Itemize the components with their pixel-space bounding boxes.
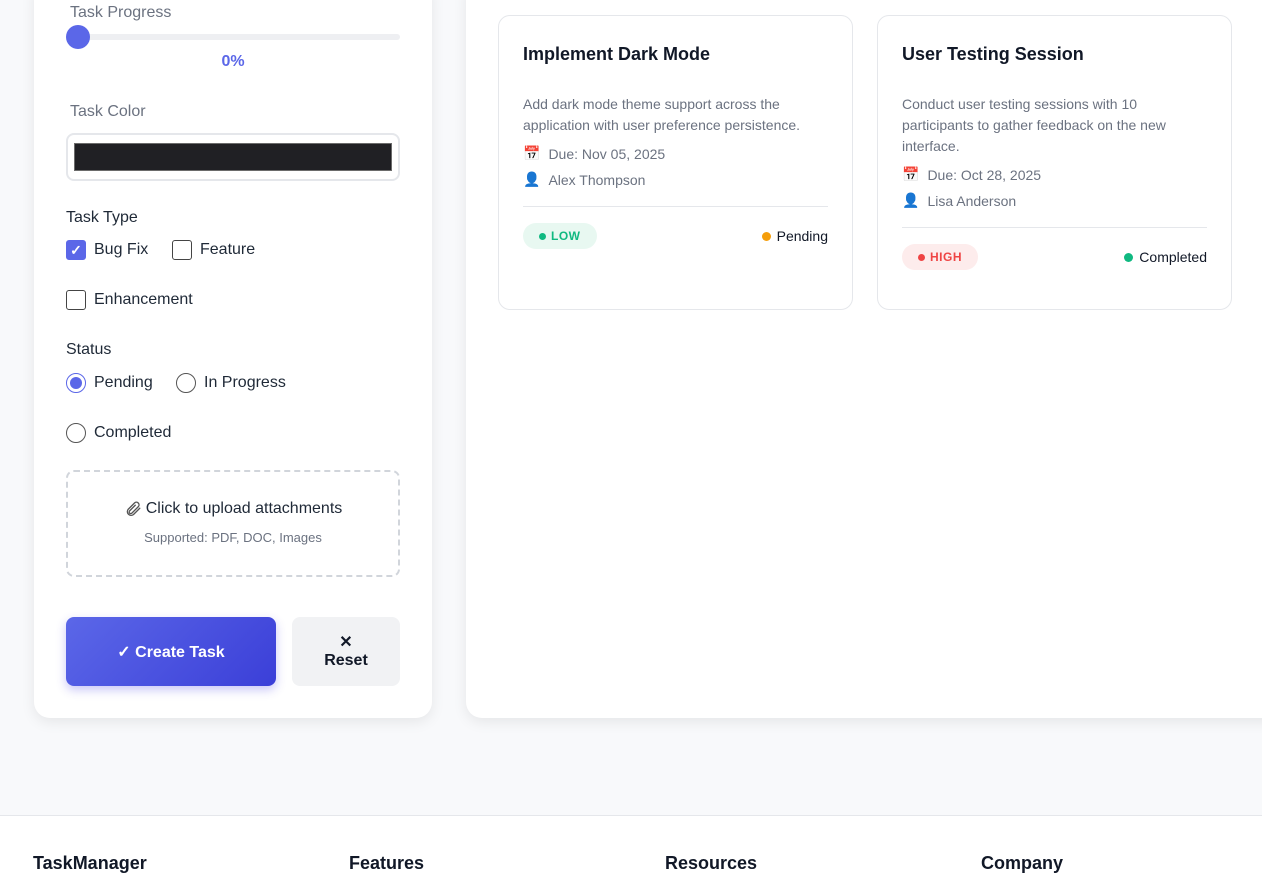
assignee-name: Lisa Anderson (927, 192, 1017, 209)
status-indicator: Pending (761, 228, 828, 244)
progress-label: Task Progress (70, 4, 172, 21)
task-due-date: 📅 Due: Nov 05, 2025 (523, 145, 828, 162)
reset-label: Reset (324, 651, 368, 669)
progress-slider-thumb[interactable] (66, 25, 90, 49)
attachment-upload-zone[interactable]: Click to upload attachments Supported: P… (66, 470, 400, 577)
color-label: Task Color (70, 103, 146, 120)
checkbox-enhancement[interactable] (66, 290, 86, 310)
status-text: Pending (776, 228, 828, 244)
type-enhancement[interactable]: Enhancement (66, 290, 193, 310)
task-assignee: 👤 Lisa Anderson (902, 192, 1207, 209)
upload-text: Click to upload attachments (145, 500, 343, 517)
color-swatch (74, 143, 392, 171)
status-text: Completed (1139, 249, 1207, 265)
paperclip-icon (126, 501, 141, 516)
status-indicator: Completed (1124, 249, 1207, 265)
assignee-name: Alex Thompson (548, 171, 646, 188)
due-text: Due: Nov 05, 2025 (548, 145, 666, 162)
task-form-panel: Task Progress 0% Task Color Task Type ✓ … (34, 0, 432, 718)
footer-resources-heading: Resources (665, 853, 758, 873)
user-icon: 👤 (523, 171, 541, 187)
user-icon: 👤 (902, 192, 920, 208)
task-card[interactable]: Implement Dark Mode Add dark mode theme … (498, 15, 853, 310)
task-assignee: 👤 Alex Thompson (523, 171, 828, 188)
task-description: Conduct user testing sessions with 10 pa… (902, 96, 1166, 154)
type-bug-fix-label: Bug Fix (94, 241, 149, 258)
status-pending-label: Pending (94, 374, 153, 391)
close-icon: ✕ (339, 633, 353, 651)
task-card[interactable]: User Testing Session Conduct user testin… (877, 15, 1232, 310)
site-footer: TaskManager Features Resources Company (0, 815, 1262, 888)
status-in-progress-label: In Progress (204, 374, 286, 391)
task-list-panel: Implement Dark Mode Add dark mode theme … (466, 0, 1262, 718)
type-bug-fix[interactable]: ✓ Bug Fix (66, 240, 148, 260)
priority-text: LOW (551, 229, 581, 243)
status-label: Status (66, 341, 112, 358)
priority-badge: HIGH (902, 244, 978, 270)
checkbox-feature[interactable] (172, 240, 192, 260)
checkbox-bug-fix[interactable]: ✓ (66, 240, 86, 260)
task-due-date: 📅 Due: Oct 28, 2025 (902, 166, 1207, 183)
footer-brand: TaskManager (33, 853, 147, 873)
status-in-progress[interactable]: In Progress (176, 373, 286, 393)
footer-company-heading: Company (981, 853, 1064, 873)
radio-pending[interactable] (66, 373, 86, 393)
card-footer: LOW Pending (523, 206, 828, 249)
radio-completed[interactable] (66, 423, 86, 443)
type-enhancement-label: Enhancement (94, 291, 193, 308)
reset-button[interactable]: ✕ Reset (292, 617, 400, 686)
calendar-icon: 📅 (902, 166, 920, 182)
create-task-button[interactable]: ✓ Create Task (66, 617, 276, 686)
task-description: Add dark mode theme support across the a… (523, 96, 801, 133)
status-pending[interactable]: Pending (66, 373, 153, 393)
type-feature-label: Feature (200, 241, 256, 258)
type-feature[interactable]: Feature (172, 240, 255, 260)
card-footer: HIGH Completed (902, 227, 1207, 270)
task-title: Implement Dark Mode (523, 44, 711, 64)
task-type-label: Task Type (66, 209, 138, 226)
progress-value: 0% (221, 53, 245, 70)
task-color-picker[interactable] (66, 133, 400, 181)
priority-badge: LOW (523, 223, 597, 249)
due-text: Due: Oct 28, 2025 (927, 166, 1042, 183)
calendar-icon: 📅 (523, 145, 541, 161)
task-title: User Testing Session (902, 44, 1084, 64)
radio-in-progress[interactable] (176, 373, 196, 393)
progress-slider-track[interactable] (66, 34, 400, 40)
status-completed[interactable]: Completed (66, 423, 171, 443)
upload-hint: Supported: PDF, DOC, Images (144, 530, 322, 545)
footer-features-heading: Features (349, 853, 425, 873)
status-completed-label: Completed (94, 424, 172, 441)
priority-text: HIGH (930, 250, 962, 264)
